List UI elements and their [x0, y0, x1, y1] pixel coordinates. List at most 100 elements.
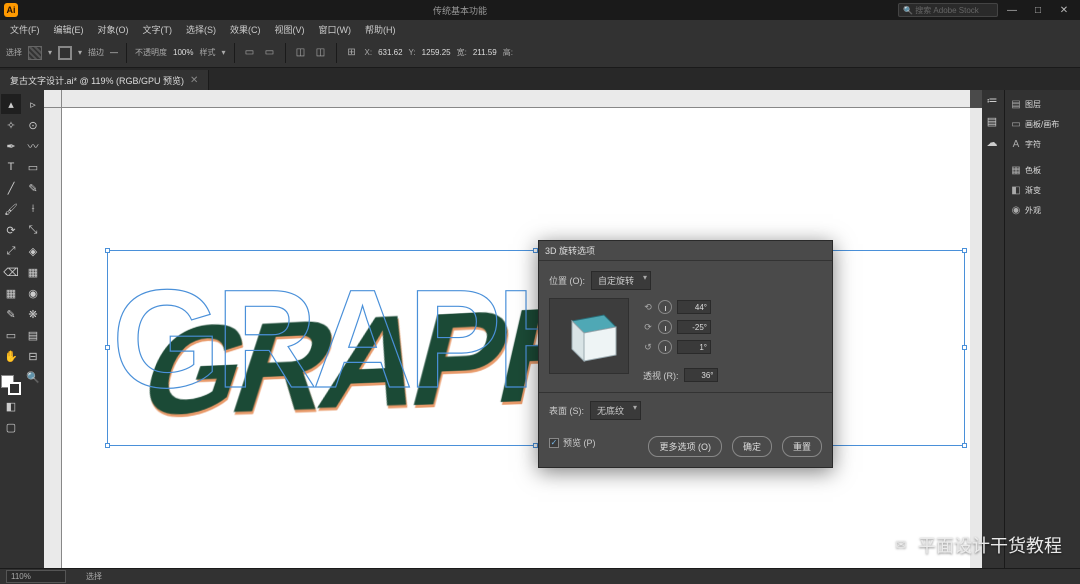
window-minimize-button[interactable]: — — [1000, 2, 1024, 18]
menu-type[interactable]: 文字(T) — [137, 21, 179, 38]
rotation-cube-widget[interactable] — [549, 298, 629, 374]
zoom-input[interactable]: 110% — [6, 570, 66, 583]
tab-close-icon[interactable]: ✕ — [190, 75, 198, 86]
preview-checkbox[interactable]: ✓ 预览 (P) — [549, 436, 596, 449]
scrollbar-vertical[interactable] — [970, 108, 982, 568]
stroke-value[interactable]: — — [110, 48, 118, 57]
surface-dropdown[interactable]: 无底纹 — [590, 401, 641, 420]
ok-button[interactable]: 确定 — [732, 436, 772, 457]
menu-view[interactable]: 视图(V) — [269, 21, 311, 38]
pen-tool[interactable]: ✒ — [1, 136, 21, 156]
color-mode-icon[interactable]: ◧ — [1, 396, 21, 416]
curvature-tool[interactable]: 〰 — [23, 136, 43, 156]
canvas[interactable]: GRAPHIC GRAPHIC — [62, 108, 970, 568]
properties-panel-icon[interactable]: ≔ — [982, 90, 1002, 110]
window-close-button[interactable]: ✕ — [1052, 2, 1076, 18]
bbox-handle[interactable] — [962, 248, 967, 253]
line-tool[interactable]: ╱ — [1, 178, 21, 198]
bbox-handle[interactable] — [105, 248, 110, 253]
bbox-handle[interactable] — [105, 345, 110, 350]
x-value[interactable]: 631.62 — [378, 48, 402, 57]
rot-x-dial[interactable] — [658, 300, 672, 314]
menu-file[interactable]: 文件(F) — [4, 21, 46, 38]
toolbar-left-a: ▴ ✧ ✒ T ╱ 🖌 ⟳ ⤢ ⌫ ▦ ✎ ▭ ✋ ◧ ▢ — [0, 90, 22, 568]
direct-selection-tool[interactable]: ▹ — [23, 94, 43, 114]
menu-window[interactable]: 窗口(W) — [313, 21, 358, 38]
shaper-tool[interactable]: ✎ — [23, 178, 43, 198]
fill-dropdown-icon[interactable]: ▾ — [48, 48, 52, 57]
3d-rotate-dialog: 3D 旋转选项 位置 (O): 自定旋转 ⟲44° ⟳-25° ↺1° 透视 (… — [538, 240, 833, 468]
w-value[interactable]: 211.59 — [473, 48, 497, 57]
width-tool[interactable]: ⟊ — [23, 199, 43, 219]
menu-object[interactable]: 对象(O) — [92, 21, 135, 38]
lasso-tool[interactable]: ⊙ — [23, 115, 43, 135]
style-dropdown-icon[interactable]: ▾ — [222, 48, 226, 57]
rot-y-dial[interactable] — [658, 320, 672, 334]
menu-edit[interactable]: 编辑(E) — [48, 21, 90, 38]
screen-mode-icon[interactable]: ▢ — [1, 417, 21, 437]
stroke-swatch[interactable] — [58, 46, 72, 60]
rot-y-input[interactable]: -25° — [677, 320, 711, 334]
bbox-handle[interactable] — [962, 443, 967, 448]
eyedropper-tool[interactable]: ✎ — [1, 304, 21, 324]
shape-icon-2[interactable]: ◫ — [314, 46, 328, 60]
slice-tool[interactable]: ⊟ — [23, 346, 43, 366]
menu-effect[interactable]: 效果(C) — [224, 21, 267, 38]
blend-tool[interactable]: ◉ — [23, 283, 43, 303]
brush-tool[interactable]: 🖌 — [1, 199, 21, 219]
scale-tool[interactable]: ⤢ — [1, 241, 21, 261]
window-maximize-button[interactable]: □ — [1026, 2, 1050, 18]
stroke-dropdown-icon[interactable]: ▾ — [78, 48, 82, 57]
color-swatches[interactable] — [1, 375, 21, 395]
magic-wand-tool[interactable]: ✧ — [1, 115, 21, 135]
gradient-tool[interactable]: ▦ — [1, 283, 21, 303]
panel-layers[interactable]: ▤图层 — [1005, 94, 1080, 114]
search-stock-input[interactable]: 🔍 搜索 Adobe Stock — [898, 3, 998, 17]
fill-swatch[interactable] — [28, 46, 42, 60]
ruler-vertical[interactable] — [44, 108, 62, 568]
panel-appearance[interactable]: ◉外观 — [1005, 200, 1080, 220]
ruler-corner — [44, 90, 62, 108]
y-value[interactable]: 1259.25 — [422, 48, 451, 57]
rotate-tool[interactable]: ⟳ — [1, 220, 21, 240]
panel-character[interactable]: A字符 — [1005, 134, 1080, 154]
panel-gradient[interactable]: ◧渐变 — [1005, 180, 1080, 200]
ruler-horizontal[interactable] — [62, 90, 970, 108]
menu-select[interactable]: 选择(S) — [180, 21, 222, 38]
menu-help[interactable]: 帮助(H) — [359, 21, 402, 38]
symbol-sprayer-tool[interactable]: ❋ — [23, 304, 43, 324]
opacity-value[interactable]: 100% — [173, 48, 193, 57]
eraser-tool[interactable]: ⌫ — [1, 262, 21, 282]
position-label: 位置 (O): — [549, 274, 585, 287]
more-options-button[interactable]: 更多选项 (O) — [648, 436, 722, 457]
align-icon-2[interactable]: ▭ — [263, 46, 277, 60]
bbox-handle[interactable] — [962, 345, 967, 350]
align-icon[interactable]: ▭ — [243, 46, 257, 60]
zoom-tool[interactable]: 🔍 — [23, 367, 43, 387]
position-dropdown[interactable]: 自定旋转 — [591, 271, 651, 290]
layers-panel-icon[interactable]: ▤ — [982, 111, 1002, 131]
rot-x-input[interactable]: 44° — [677, 300, 711, 314]
type-tool[interactable]: T — [1, 157, 21, 177]
rot-z-dial[interactable] — [658, 340, 672, 354]
rot-z-input[interactable]: 1° — [677, 340, 711, 354]
preview-label: 预览 (P) — [563, 436, 596, 449]
libraries-panel-icon[interactable]: ☁ — [982, 132, 1002, 152]
reset-button[interactable]: 重置 — [782, 436, 822, 457]
free-transform-tool[interactable]: ⤡ — [23, 220, 43, 240]
dialog-titlebar[interactable]: 3D 旋转选项 — [539, 241, 832, 261]
hand-tool[interactable]: ✋ — [1, 346, 21, 366]
shape-icon[interactable]: ◫ — [294, 46, 308, 60]
perspective-input[interactable]: 36° — [684, 368, 718, 382]
document-tab[interactable]: 复古文字设计.ai* @ 119% (RGB/GPU 预览) ✕ — [0, 70, 209, 90]
artboard-tool[interactable]: ▭ — [1, 325, 21, 345]
graph-tool[interactable]: ▤ — [23, 325, 43, 345]
mesh-tool[interactable]: ▦ — [23, 262, 43, 282]
shape-builder-tool[interactable]: ◈ — [23, 241, 43, 261]
panel-artboards[interactable]: ▭画板/画布 — [1005, 114, 1080, 134]
transform-icon[interactable]: ⊞ — [345, 46, 359, 60]
bbox-handle[interactable] — [105, 443, 110, 448]
selection-tool[interactable]: ▴ — [1, 94, 21, 114]
rectangle-tool[interactable]: ▭ — [23, 157, 43, 177]
panel-swatches[interactable]: ▦色板 — [1005, 160, 1080, 180]
